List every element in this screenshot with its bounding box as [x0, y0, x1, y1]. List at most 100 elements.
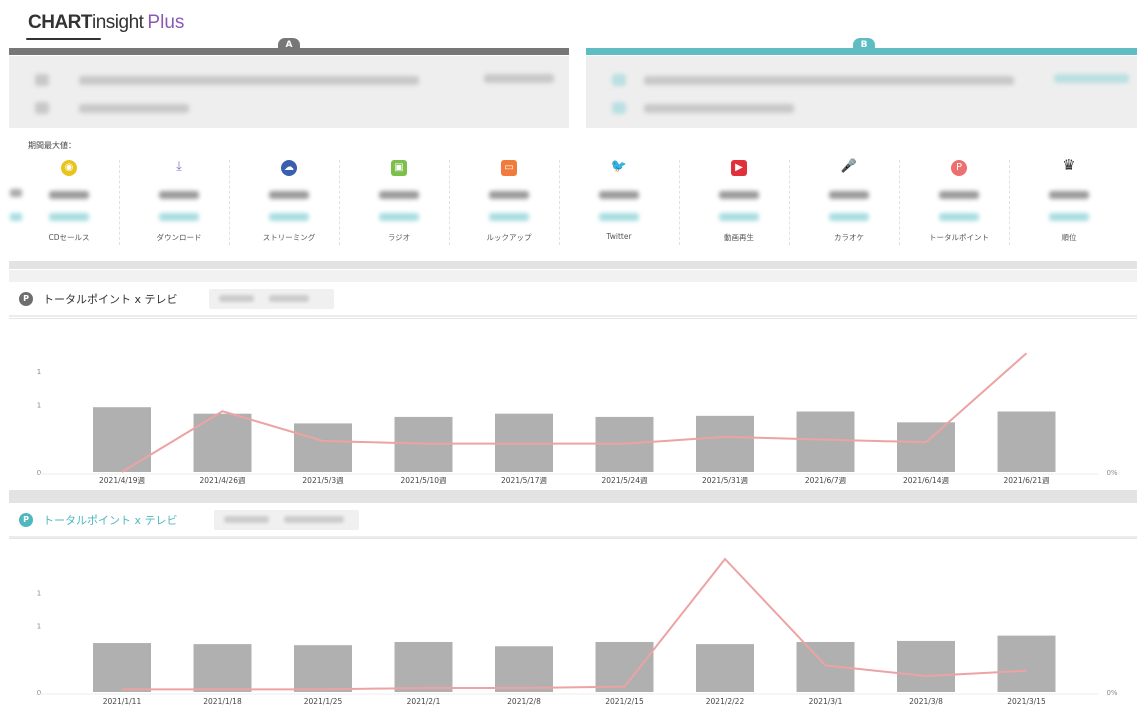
x-tick-label: 2021/5/17週: [501, 476, 547, 485]
y2-tick-label: 0%: [1106, 689, 1117, 697]
x-tick-label: 2021/2/15: [605, 697, 644, 706]
stat-value-b: [379, 213, 419, 221]
x-tick-label: 2021/6/7週: [805, 476, 847, 485]
x-tick-label: 2021/2/22: [706, 697, 745, 706]
stat-value-b: [489, 213, 529, 221]
bar: [997, 411, 1056, 472]
stat-column-label: 順位: [1061, 233, 1077, 242]
chart-a-panel: 0 1 1 0% 2021/4/19週 2021/4/26週 2021/5/3週 2021/5…: [9, 318, 1137, 489]
stat-separator: [229, 160, 230, 245]
x-tick-label: 2021/6/14週: [903, 476, 949, 485]
stat-column: 🎤 カラオケ: [794, 155, 904, 243]
radio-icon: ▣: [344, 155, 454, 177]
stat-separator: [789, 160, 790, 245]
compare-b-badge: B: [853, 38, 875, 52]
points-icon: P: [19, 292, 33, 306]
stat-value-b: [1049, 213, 1089, 221]
bar: [294, 423, 352, 472]
lookup-icon: ▭: [454, 155, 564, 177]
x-tick-label: 2021/2/1: [407, 697, 441, 706]
y-tick-label: 0: [37, 689, 41, 697]
x-tick-label: 2021/1/11: [103, 697, 142, 706]
y-tick-label: 1: [37, 402, 41, 410]
stat-value-b: [829, 213, 869, 221]
video-play-icon: ▶: [684, 155, 794, 177]
chart-a-title: トータルポイント x テレビ: [43, 293, 178, 306]
icon-glyph: ▶: [731, 160, 747, 176]
stat-column-label: ストリーミング: [262, 233, 316, 242]
x-tick-label: 2021/1/25: [304, 697, 343, 706]
cloud-music-icon: ☁: [234, 155, 344, 177]
compare-a-badge: A: [278, 38, 300, 52]
bar: [93, 643, 151, 692]
icon-glyph: 🐦: [610, 159, 628, 174]
stat-value-a: [829, 191, 869, 199]
microphone-icon: 🎤: [794, 155, 904, 177]
bar: [294, 645, 352, 692]
stat-separator: [679, 160, 680, 245]
bar: [696, 415, 754, 472]
x-tick-label: 2021/5/3週: [302, 476, 344, 485]
stat-column-label: 動画再生: [724, 233, 754, 242]
stat-column-label: トータルポイント: [929, 233, 989, 242]
icon-glyph: ◉: [61, 160, 77, 176]
x-tick-label: 2021/1/18: [203, 697, 242, 706]
stat-value-a: [599, 191, 639, 199]
bar: [897, 422, 955, 472]
compare-a-selection-panel[interactable]: [9, 56, 569, 128]
icon-glyph: ♛: [1062, 156, 1076, 174]
bar: [997, 635, 1056, 692]
stat-column: ▣ ラジオ: [344, 155, 454, 243]
stat-column: P トータルポイント: [904, 155, 1014, 243]
stat-value-b: [269, 213, 309, 221]
chart-a-header: P トータルポイント x テレビ: [9, 283, 1137, 317]
chart-b-panel: 0 1 1 0% 2021/1/11 2021/1/18 2021/1/25 2021/2/1…: [9, 538, 1137, 714]
x-tick-label: 2021/5/24週: [602, 476, 648, 485]
x-tick-label: 2021/4/19週: [99, 476, 145, 485]
chart-b-plot: 0 1 1 0% 2021/1/11 2021/1/18 2021/1/25 2021/2/1…: [37, 557, 1118, 706]
stat-value-b: [49, 213, 89, 221]
icon-glyph: ▣: [391, 160, 407, 176]
x-tick-label: 2021/6/21週: [1004, 476, 1050, 485]
stat-column-label: ラジオ: [387, 233, 411, 242]
chart-a-gap: [9, 270, 1137, 282]
stat-column: ▭ ルックアップ: [454, 155, 564, 243]
bar: [897, 640, 955, 692]
stat-value-a: [159, 191, 199, 199]
stat-column-label: CDセールス: [48, 233, 90, 242]
bar: [93, 407, 151, 472]
chart-b-filter[interactable]: [214, 510, 359, 530]
download-icon: ⤓: [124, 155, 234, 177]
y-tick-label: 1: [37, 368, 41, 376]
icon-glyph: ⤓: [176, 159, 182, 174]
bar: [595, 641, 654, 692]
stat-separator: [119, 160, 120, 245]
stat-value-a: [49, 191, 89, 199]
chart-a-filter[interactable]: [209, 289, 334, 309]
x-tick-label: 2021/4/26週: [200, 476, 246, 485]
x-tick-label: 2021/3/1: [809, 697, 843, 706]
bar: [696, 644, 754, 692]
bar: [796, 411, 855, 472]
stat-value-a: [379, 191, 419, 199]
stat-column: 🐦 Twitter: [564, 155, 674, 241]
x-tick-label: 2021/3/15: [1007, 697, 1046, 706]
x-tick-label: 2021/5/10週: [401, 476, 447, 485]
compare-b-selection-panel[interactable]: [586, 56, 1137, 128]
stat-value-b: [719, 213, 759, 221]
y-tick-label: 1: [37, 623, 41, 631]
icon-glyph: ▭: [501, 160, 517, 176]
brand-logo-insight: insight: [92, 12, 144, 33]
points-icon: P: [19, 513, 33, 527]
stat-value-a: [939, 191, 979, 199]
brand-logo: CHARTinsight Plus: [26, 12, 184, 40]
stat-value-a: [269, 191, 309, 199]
stat-value-a: [489, 191, 529, 199]
crown-icon: ♛: [1014, 155, 1124, 177]
y-tick-label: 0: [37, 469, 41, 477]
stat-separator: [559, 160, 560, 245]
stat-value-b: [939, 213, 979, 221]
y-tick-label: 1: [37, 589, 41, 597]
stat-value-a: [719, 191, 759, 199]
icon-glyph: ☁: [281, 160, 297, 176]
